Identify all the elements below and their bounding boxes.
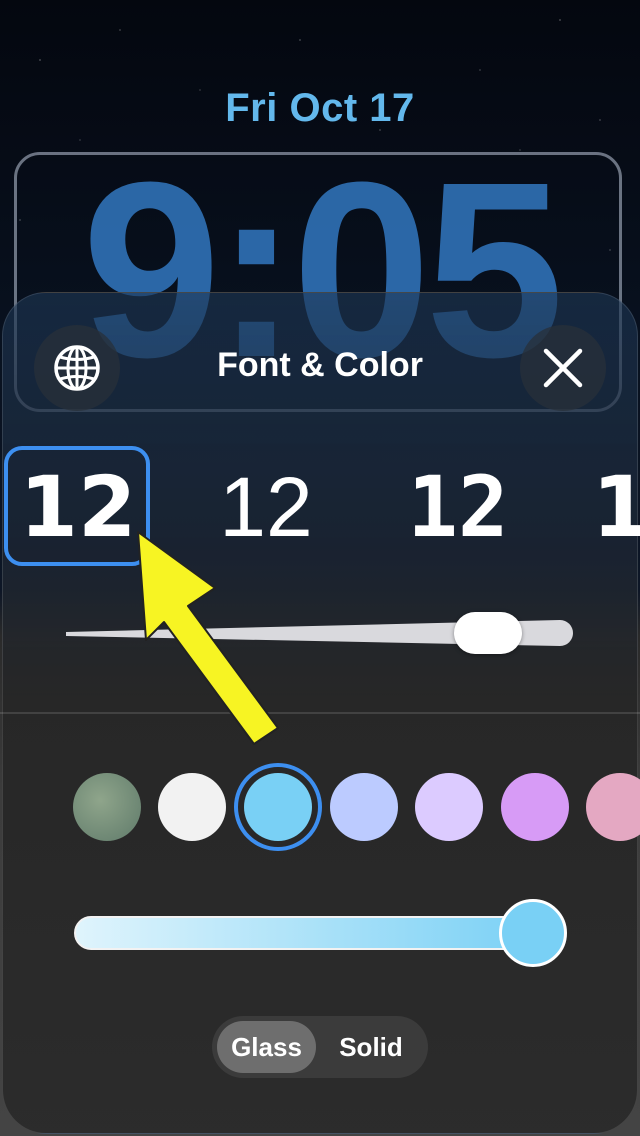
glass-option-button[interactable]: Glass bbox=[217, 1021, 316, 1073]
color-swatch-5[interactable] bbox=[415, 773, 483, 841]
close-icon bbox=[543, 348, 583, 388]
color-swatch-6[interactable] bbox=[501, 773, 569, 841]
font-option-3[interactable]: 12 bbox=[388, 452, 528, 562]
color-tone-slider-thumb[interactable] bbox=[499, 899, 567, 967]
color-swatch-2[interactable] bbox=[158, 773, 226, 841]
font-option-4[interactable]: 1 bbox=[592, 452, 640, 562]
close-button[interactable] bbox=[520, 325, 606, 411]
font-weight-slider-thumb[interactable] bbox=[454, 612, 522, 654]
font-option-2[interactable]: 12 bbox=[196, 452, 336, 562]
color-swatch-1[interactable] bbox=[73, 773, 141, 841]
date-label[interactable]: Fri Oct 17 bbox=[0, 86, 640, 131]
solid-option-button[interactable]: Solid bbox=[318, 1021, 424, 1073]
section-divider bbox=[0, 712, 640, 714]
font-selection-indicator bbox=[4, 446, 150, 566]
color-selection-ring bbox=[234, 763, 322, 851]
color-tone-slider[interactable] bbox=[74, 916, 546, 950]
color-swatch-4[interactable] bbox=[330, 773, 398, 841]
lock-screen-editor: Fri Oct 17 9:05 Font & Color 12 12 12 1 bbox=[0, 0, 640, 1136]
